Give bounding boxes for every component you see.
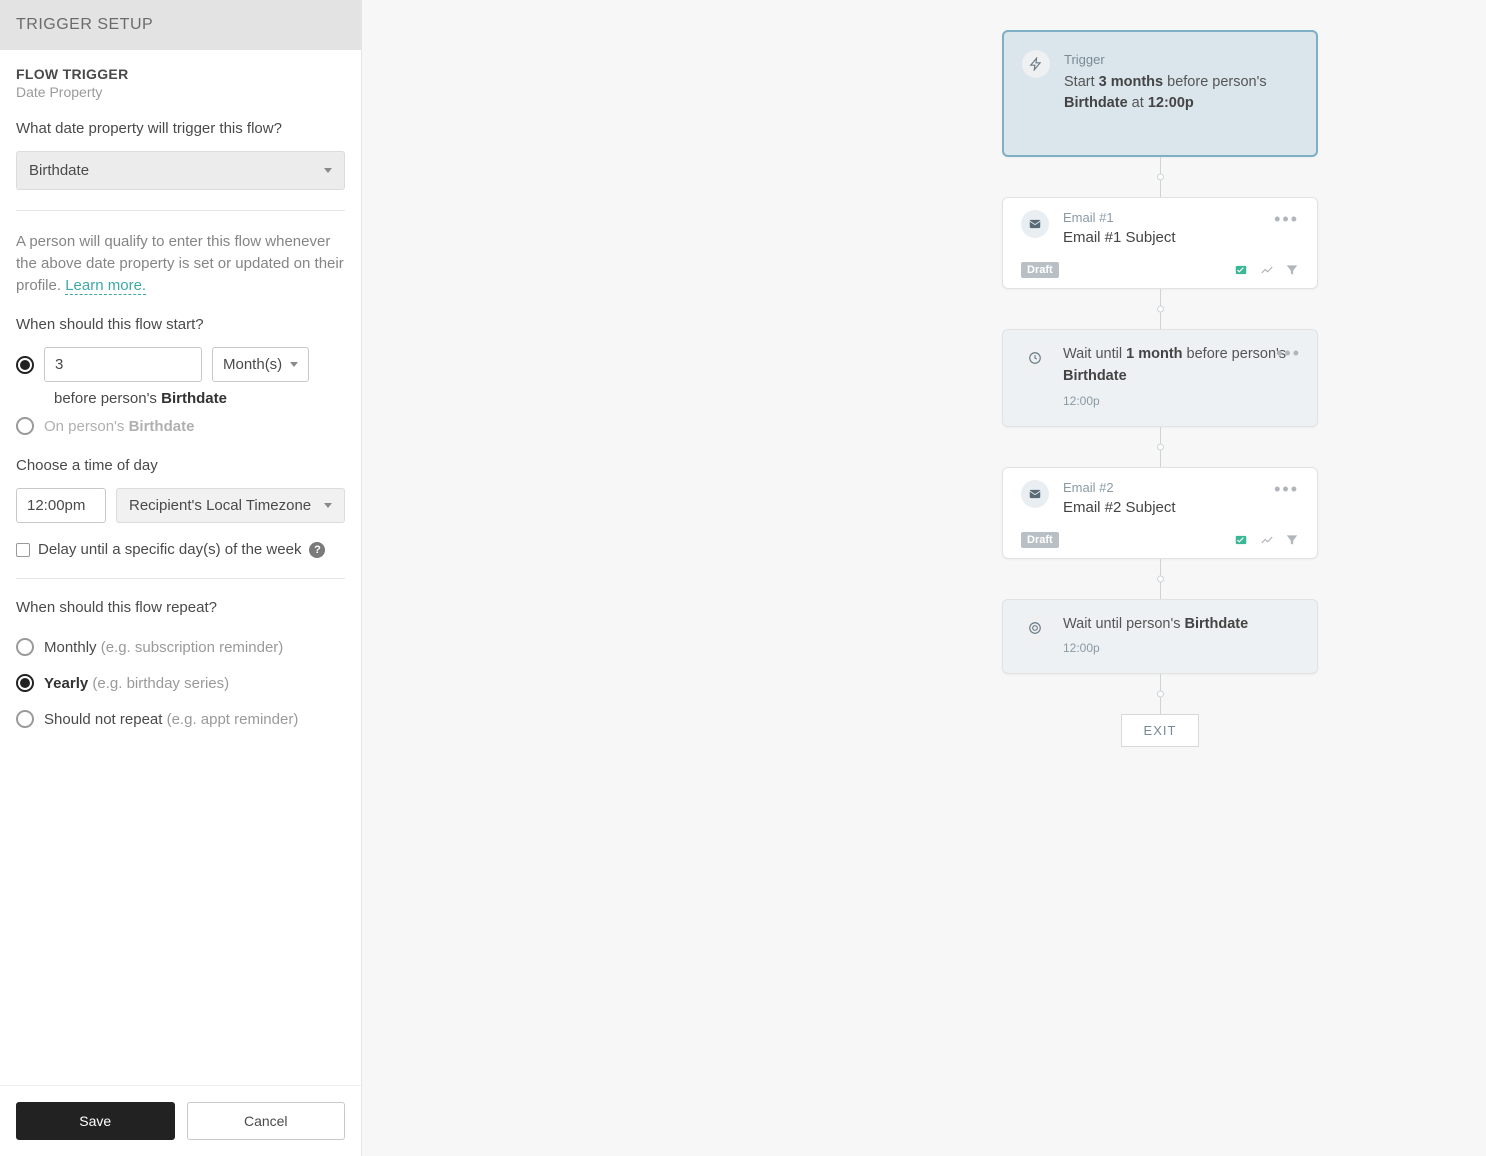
repeat-none-label: Should not repeat (e.g. appt reminder) — [44, 711, 298, 728]
wait-card-2[interactable]: Wait until person's Birthdate 12:00p — [1002, 599, 1318, 675]
time-question: Choose a time of day — [16, 457, 345, 474]
wait-1-more-icon[interactable]: ••• — [1276, 344, 1301, 362]
radio-before-date[interactable] — [16, 356, 34, 374]
help-icon[interactable]: ? — [309, 542, 325, 558]
email-2-name: Email #2 — [1063, 480, 1260, 495]
repeat-yearly-label: Yearly (e.g. birthday series) — [44, 675, 229, 692]
email-2-subject: Email #2 Subject — [1063, 499, 1260, 516]
chevron-down-icon — [324, 503, 332, 508]
delay-day-checkbox[interactable] — [16, 543, 30, 557]
email-card-1[interactable]: Email #1 Email #1 Subject ••• Draft — [1002, 197, 1318, 289]
activity-icon[interactable] — [1259, 263, 1275, 277]
wait-2-time: 12:00p — [1063, 639, 1299, 657]
smart-send-icon[interactable] — [1233, 263, 1249, 277]
wait-1-time: 12:00p — [1063, 392, 1299, 410]
section-subtitle: Date Property — [16, 84, 345, 100]
envelope-icon — [1021, 210, 1049, 238]
timezone-select[interactable]: Recipient's Local Timezone — [116, 488, 345, 523]
save-button[interactable]: Save — [16, 1102, 175, 1140]
on-date-label: On person's Birthdate — [44, 418, 194, 435]
panel-title: TRIGGER SETUP — [0, 0, 361, 50]
before-label: before person's Birthdate — [54, 390, 345, 407]
clock-icon — [1021, 344, 1049, 372]
wait-2-text: Wait until person's Birthdate — [1063, 614, 1299, 636]
email-card-2[interactable]: Email #2 Email #2 Subject ••• Draft — [1002, 467, 1318, 559]
property-question: What date property will trigger this flo… — [16, 120, 345, 137]
repeat-monthly-label: Monthly (e.g. subscription reminder) — [44, 639, 283, 656]
email-2-status: Draft — [1021, 532, 1059, 548]
radio-on-date[interactable] — [16, 417, 34, 435]
radio-repeat-none[interactable] — [16, 710, 34, 728]
radio-repeat-yearly[interactable] — [16, 674, 34, 692]
learn-more-link[interactable]: Learn more. — [65, 277, 146, 295]
date-property-select[interactable]: Birthdate — [16, 151, 345, 190]
trigger-description: Start 3 months before person's Birthdate… — [1064, 72, 1298, 116]
exit-node: EXIT — [1121, 714, 1200, 747]
trigger-card[interactable]: Trigger Start 3 months before person's B… — [1002, 30, 1318, 157]
helper-text: A person will qualify to enter this flow… — [16, 231, 345, 296]
offset-unit-select[interactable]: Month(s) — [212, 347, 309, 382]
flow-canvas: Trigger Start 3 months before person's B… — [362, 0, 1486, 1156]
lightning-icon — [1022, 50, 1050, 78]
email-1-name: Email #1 — [1063, 210, 1260, 225]
email-2-more-icon[interactable]: ••• — [1274, 480, 1299, 498]
chevron-down-icon — [324, 168, 332, 173]
radio-repeat-monthly[interactable] — [16, 638, 34, 656]
email-1-subject: Email #1 Subject — [1063, 229, 1260, 246]
target-icon — [1021, 614, 1049, 642]
start-question: When should this flow start? — [16, 316, 345, 333]
repeat-question: When should this flow repeat? — [16, 599, 345, 616]
filter-icon[interactable] — [1285, 263, 1299, 277]
wait-card-1[interactable]: Wait until 1 month before person's Birth… — [1002, 329, 1318, 427]
activity-icon[interactable] — [1259, 533, 1275, 547]
chevron-down-icon — [290, 362, 298, 367]
email-1-more-icon[interactable]: ••• — [1274, 210, 1299, 228]
trigger-title: Trigger — [1064, 50, 1298, 70]
wait-1-text: Wait until 1 month before person's Birth… — [1063, 344, 1299, 388]
email-1-status: Draft — [1021, 262, 1059, 278]
time-input[interactable] — [16, 488, 106, 523]
smart-send-icon[interactable] — [1233, 533, 1249, 547]
delay-day-label: Delay until a specific day(s) of the wee… — [38, 541, 301, 558]
offset-number-input[interactable] — [44, 347, 202, 382]
section-label: FLOW TRIGGER — [16, 66, 345, 82]
cancel-button[interactable]: Cancel — [187, 1102, 346, 1140]
filter-icon[interactable] — [1285, 533, 1299, 547]
envelope-icon — [1021, 480, 1049, 508]
date-property-value: Birthdate — [29, 162, 89, 179]
